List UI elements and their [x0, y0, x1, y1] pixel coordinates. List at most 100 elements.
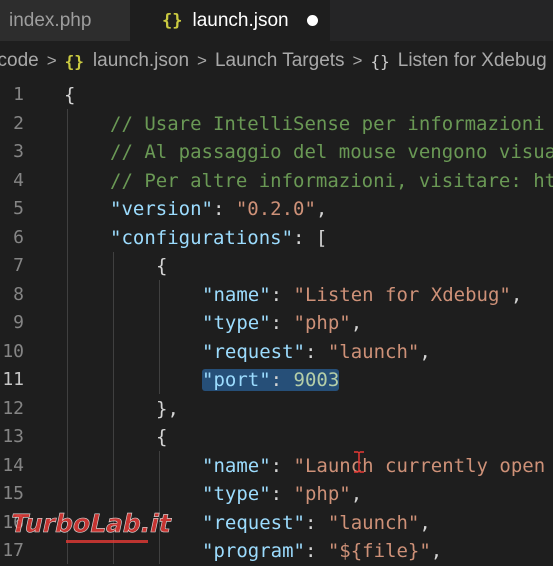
line-number: 1: [13, 84, 24, 105]
code-line[interactable]: // Al passaggio del mouse vengono visua: [110, 138, 553, 167]
code-token: : [: [293, 226, 328, 249]
text-cursor-icon: [354, 451, 364, 473]
code-token: ,: [419, 511, 431, 534]
object-icon: {}: [370, 51, 390, 71]
code-token: // Per altre informazioni, visitare: ht: [110, 169, 553, 192]
chevron-right-icon: >: [46, 51, 57, 70]
code-token: :: [270, 454, 294, 477]
code-token: {: [156, 255, 168, 277]
code-token: "name": [202, 454, 271, 477]
code-token: :: [304, 511, 328, 534]
code-token: "php": [293, 483, 351, 505]
json-icon: {}: [162, 10, 183, 31]
json-icon: {}: [64, 51, 84, 71]
code-line[interactable]: // Per altre informazioni, visitare: ht: [110, 167, 553, 196]
code-line[interactable]: {: [156, 423, 167, 452]
breadcrumb: scode > {} launch.json > Launch Targets …: [0, 41, 553, 81]
line-number: 14: [2, 454, 24, 476]
code-line[interactable]: // Usare IntelliSense per informazioni: [110, 110, 545, 139]
code-token: "${file}": [327, 540, 431, 562]
code-token: ,: [419, 340, 431, 363]
line-number: 6: [13, 226, 24, 248]
breadcrumb-item-object[interactable]: {} Listen for Xdebug: [370, 50, 546, 72]
line-number: 12: [2, 397, 24, 419]
code-token: :: [270, 283, 294, 306]
code-token: "type": [202, 483, 271, 505]
code-token: "configurations": [110, 226, 294, 249]
line-number: 10: [2, 340, 24, 362]
code-token: "name": [202, 283, 271, 306]
code-token: 9003: [293, 369, 340, 391]
code-line[interactable]: "request": "launch",: [202, 509, 431, 538]
code-line[interactable]: },: [156, 395, 179, 424]
code-token: :: [270, 483, 294, 505]
line-number: 9: [13, 312, 24, 333]
code-line[interactable]: "name": "Launch currently open: [202, 452, 545, 481]
code-line[interactable]: "program": "${file}",: [202, 537, 442, 566]
breadcrumb-item-folder[interactable]: scode: [0, 50, 39, 72]
tab-bar: index.php {} launch.json: [0, 0, 553, 41]
unsaved-dot-icon[interactable]: [306, 15, 318, 26]
code-token: "program": [202, 540, 305, 562]
code-token: :: [304, 340, 328, 363]
watermark-text: TurboLab.it: [8, 509, 174, 538]
code-token: "launch": [327, 340, 420, 363]
chevron-right-icon: >: [352, 51, 363, 70]
line-number: 7: [13, 255, 24, 276]
tab-launch-json[interactable]: {} launch.json: [130, 0, 330, 41]
line-number: 2: [13, 112, 24, 134]
code-token: ,: [350, 483, 363, 505]
tab-label: launch.json: [192, 9, 289, 31]
code-line[interactable]: "type": "php",: [202, 480, 362, 509]
code-line[interactable]: {: [156, 252, 167, 281]
line-number: 3: [13, 141, 24, 162]
code-token: :: [270, 369, 294, 391]
line-number: 4: [13, 169, 24, 191]
code-token: "version": [110, 198, 213, 220]
code-token: "Listen for Xdebug": [293, 283, 511, 306]
code-token: ,: [510, 283, 523, 306]
code-token: :: [304, 540, 328, 562]
code-token: "php": [293, 312, 351, 334]
code-token: "type": [202, 312, 271, 334]
code-line[interactable]: "type": "php",: [202, 309, 362, 338]
indent-guide: [67, 109, 68, 564]
code-area[interactable]: { // Usare IntelliSense per informazioni /…: [64, 81, 553, 564]
code-line[interactable]: "request": "launch",: [202, 338, 431, 367]
code-editor[interactable]: 1 2 3 4 5 6 7 8 9 10 11 12 13 14 15 16 17 {// Usare Inte…: [0, 81, 553, 564]
breadcrumb-item-section[interactable]: Launch Targets: [215, 50, 345, 72]
breadcrumb-item-file[interactable]: {} launch.json: [65, 50, 189, 72]
tab-index-php[interactable]: index.php: [0, 0, 130, 41]
line-number-gutter: 1 2 3 4 5 6 7 8 9 10 11 12 13 14 15 16 17: [0, 81, 52, 564]
code-line[interactable]: "name": "Listen for Xdebug",: [202, 281, 522, 310]
code-line[interactable]: "configurations": [: [110, 224, 327, 253]
code-token: "request": [202, 340, 305, 363]
code-token: ,: [350, 312, 363, 334]
code-token: "0.2.0": [235, 198, 316, 220]
code-token: // Al passaggio del mouse vengono visua: [110, 141, 553, 163]
code-token: "Launch currently open: [293, 454, 546, 477]
chevron-right-icon: >: [197, 51, 207, 70]
line-number: 5: [13, 198, 24, 219]
code-line[interactable]: {: [64, 81, 75, 110]
indent-guide: [159, 280, 160, 394]
text-selection: "port": 9003: [202, 369, 340, 391]
code-token: "port": [202, 369, 271, 391]
tab-label: index.php: [9, 9, 92, 31]
code-token: ,: [430, 540, 443, 562]
code-token: ,: [315, 198, 328, 220]
code-line[interactable]: "version": "0.2.0",: [110, 195, 327, 224]
code-token: :: [212, 198, 236, 220]
code-token: {: [156, 426, 168, 448]
code-token: "request": [202, 511, 305, 534]
line-number: 13: [2, 426, 24, 447]
code-line[interactable]: "port": 9003: [202, 366, 340, 395]
code-token: :: [270, 312, 294, 334]
watermark-logo: TurboLab.it: [8, 509, 174, 543]
code-token: // Usare IntelliSense per informazioni: [110, 112, 545, 135]
code-token: },: [156, 397, 179, 420]
line-number: 11: [2, 369, 24, 390]
code-token: {: [64, 84, 76, 106]
line-number: 8: [13, 283, 24, 305]
code-token: "launch": [327, 511, 420, 534]
